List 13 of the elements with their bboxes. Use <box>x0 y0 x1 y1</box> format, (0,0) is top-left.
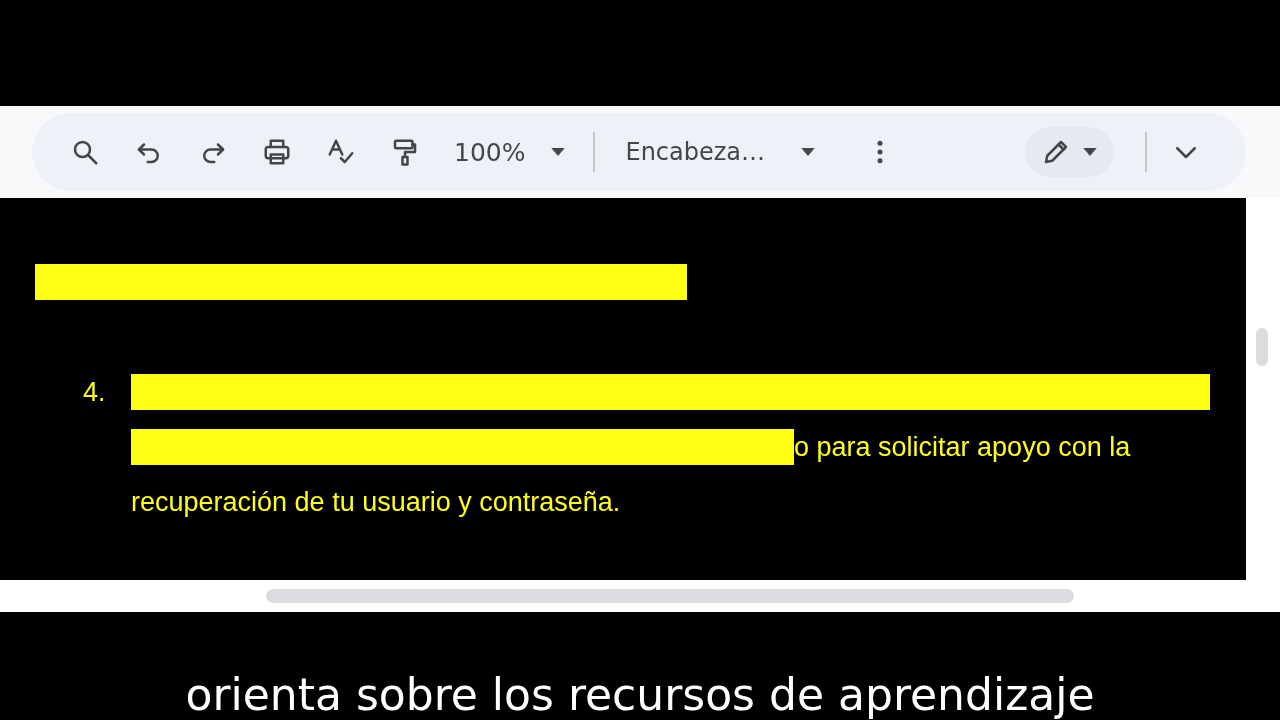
subtitle: orienta sobre los recursos de aprendizaje <box>185 670 1095 720</box>
caret-icon[interactable] <box>551 148 566 156</box>
vertical-scrollbar[interactable] <box>1256 328 1268 366</box>
editing-mode-button[interactable] <box>1025 127 1114 177</box>
style-dropdown[interactable]: Encabeza… <box>625 138 766 166</box>
list-number: 4. <box>83 376 106 408</box>
print-icon[interactable] <box>262 137 292 167</box>
body-text: o para solicitar apoyo con la <box>794 431 1132 463</box>
caret-icon[interactable] <box>1083 148 1098 156</box>
body-text: recuperación de tu usuario y contraseña. <box>131 485 622 519</box>
caret-icon[interactable] <box>801 148 816 156</box>
horizontal-scrollbar[interactable] <box>266 589 1074 603</box>
zoom-dropdown[interactable]: 100% <box>454 137 526 167</box>
